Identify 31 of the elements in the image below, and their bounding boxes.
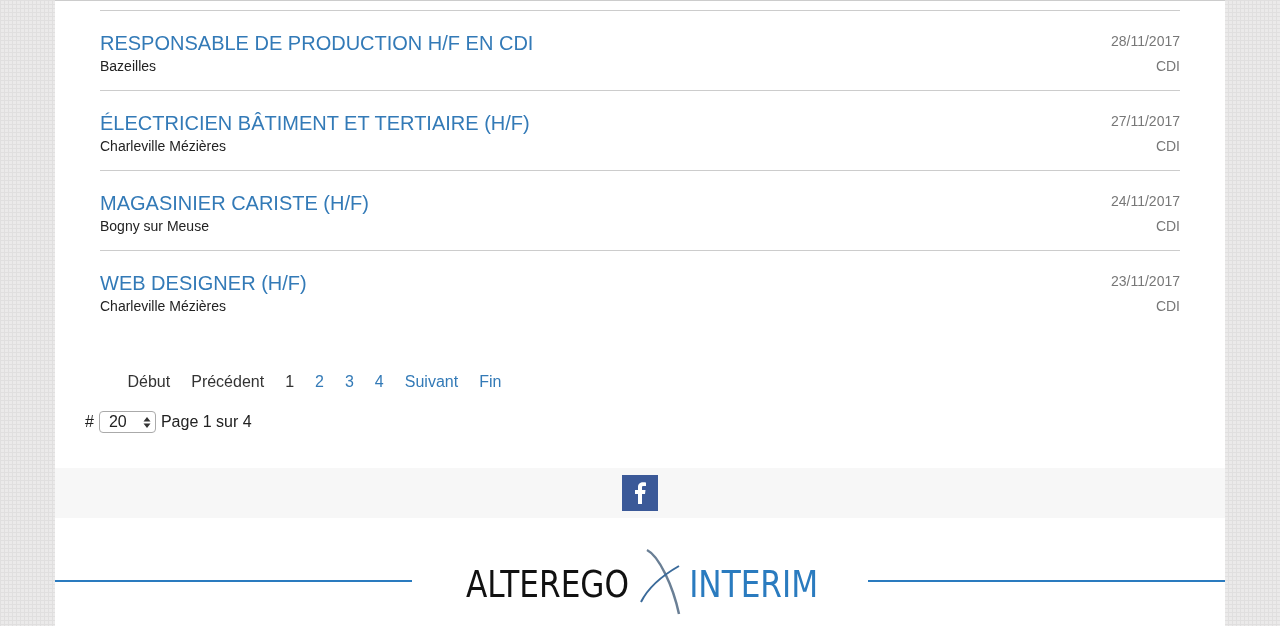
contract-type: CDI	[1155, 218, 1180, 234]
job-title-link[interactable]: MAGASINIER CARISTE (H/F)	[100, 191, 369, 215]
page-size-label: #	[85, 413, 94, 431]
logo-text: ALTEREGO	[465, 565, 629, 603]
job-title-link[interactable]: RESPONSABLE DE PRODUCTION H/F EN CDI	[100, 31, 534, 55]
job-location: Charleville Mézières	[100, 138, 227, 154]
page-number-link[interactable]: 3	[334, 367, 365, 397]
job-date: 24/11/2017	[1110, 193, 1180, 209]
page-size-select[interactable]: 20	[98, 411, 156, 433]
page-number-link[interactable]: 1	[274, 367, 305, 397]
page-summary: Page 1 sur 4	[160, 413, 252, 431]
job-location: Bazeilles	[100, 58, 157, 74]
job-location: Bogny sur Meuse	[100, 218, 209, 234]
orbit-swoosh-icon	[638, 546, 683, 616]
job-date: 27/11/2017	[1110, 113, 1180, 129]
pagination-link[interactable]: Suivant	[394, 367, 469, 397]
page-number-link[interactable]: 2	[304, 367, 335, 397]
pagination-link[interactable]: Fin	[468, 367, 512, 397]
facebook-button[interactable]	[622, 475, 658, 511]
job-title-link[interactable]: WEB DESIGNER (H/F)	[100, 271, 307, 295]
stepper-arrows-icon	[142, 415, 151, 429]
job-location: Charleville Mézières	[100, 298, 227, 314]
contract-type: CDI	[1155, 298, 1180, 314]
job-date: 28/11/2017	[1110, 33, 1180, 49]
job-date: 23/11/2017	[1110, 273, 1180, 289]
job-title-link[interactable]: ÉLECTRICIEN BÂTIMENT ET TERTIAIRE (H/F)	[100, 111, 530, 135]
page-number-link[interactable]: 4	[364, 367, 395, 397]
facebook-f-icon	[634, 482, 646, 504]
contract-type: CDI	[1155, 138, 1180, 154]
logo-text: INTERIM	[689, 565, 818, 603]
contract-type: CDI	[1155, 58, 1180, 74]
